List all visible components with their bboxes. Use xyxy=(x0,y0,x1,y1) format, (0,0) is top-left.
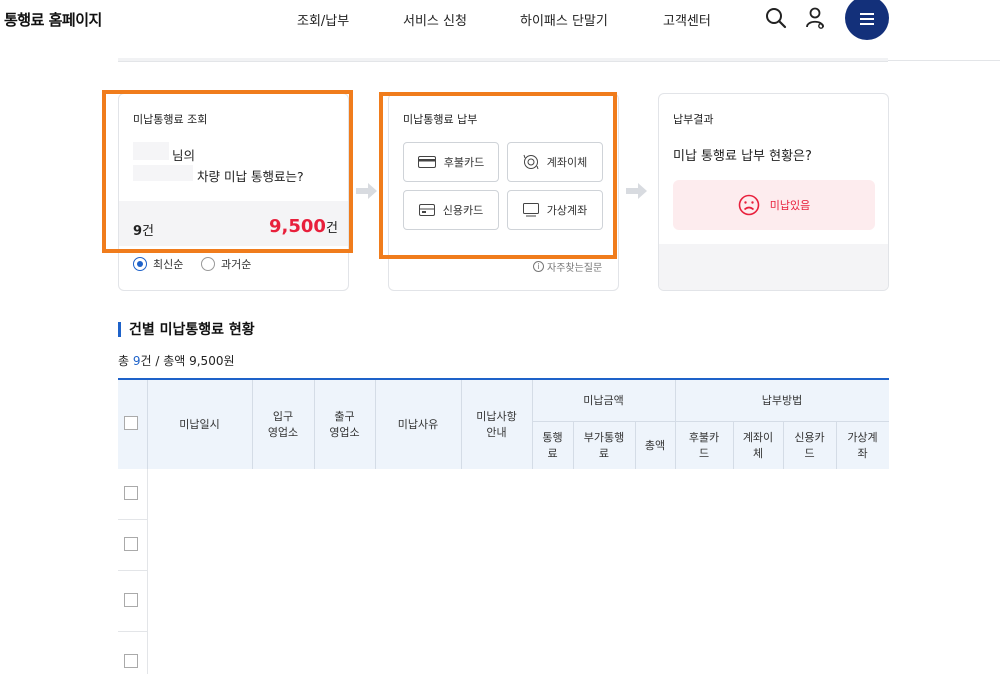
faq-link[interactable]: i 자주찾는질문 xyxy=(533,259,602,274)
site-logo[interactable]: 통행료 홈페이지 xyxy=(4,9,102,30)
card-icon xyxy=(417,156,436,168)
unpaid-amount: 9,500건 xyxy=(269,216,338,237)
th-postpaid-card: 후불카 드 xyxy=(688,430,720,460)
sad-face-icon xyxy=(738,194,760,216)
vehicle-question: 차량 미납 통행료는? xyxy=(197,169,304,184)
th-datetime: 미납일시 xyxy=(179,417,220,431)
unpaid-count: 9건 xyxy=(133,224,155,239)
info-icon: i xyxy=(533,261,544,272)
credit-card-icon xyxy=(418,204,435,216)
nav-customer-center[interactable]: 고객센터 xyxy=(663,10,711,29)
row-checkbox[interactable] xyxy=(124,654,138,668)
th-entry-office: 입구 영업소 xyxy=(267,409,299,439)
transfer-icon xyxy=(523,154,539,170)
section-title: 건별 미납통행료 현황 xyxy=(118,319,255,339)
row-checkbox[interactable] xyxy=(124,593,138,607)
postpaid-card-button[interactable]: 후불카드 xyxy=(403,142,499,182)
nav-service-apply[interactable]: 서비스 신청 xyxy=(403,10,467,29)
table-summary: 총 9건 / 총액 9,500원 xyxy=(118,354,235,368)
row-checkbox[interactable] xyxy=(124,537,138,551)
th-toll: 통행 료 xyxy=(542,430,563,460)
row-checkbox[interactable] xyxy=(124,486,138,500)
header-divider-right xyxy=(888,60,1000,61)
search-icon[interactable] xyxy=(762,4,790,32)
unpaid-status-badge: 미납있음 xyxy=(673,180,875,230)
th-credit-card: 신용카 드 xyxy=(794,430,825,460)
th-method-group: 납부방법 xyxy=(761,393,803,407)
payment-card-title: 미납통행료 납부 xyxy=(403,113,478,126)
virtual-account-button[interactable]: 가상계좌 xyxy=(507,190,603,230)
header: 통행료 홈페이지 조회/납부 서비스 신청 하이패스 단말기 고객센터 xyxy=(0,0,1000,52)
th-virtual-account: 가상계 좌 xyxy=(847,430,878,460)
nav-hipass-device[interactable]: 하이패스 단말기 xyxy=(520,10,608,29)
payment-result-card: 납부결과 미납 통행료 납부 현황은? 미납있음 xyxy=(658,93,889,291)
th-amount-group: 미납금액 xyxy=(583,393,624,407)
result-card-title: 납부결과 xyxy=(673,113,714,126)
header-divider xyxy=(118,58,888,62)
th-surcharge: 부가통행 료 xyxy=(583,430,625,460)
section-title-bar xyxy=(118,321,121,337)
monitor-icon xyxy=(522,203,539,217)
th-reason: 미납사유 xyxy=(397,417,439,431)
hamburger-menu-button[interactable] xyxy=(845,0,889,40)
masked-name xyxy=(133,142,169,160)
unpaid-inquiry-card: 미납통행료 조회 님의 차량 미납 통행료는? 9건 9,500건 최신순 과거… xyxy=(118,93,349,291)
nav-inquiry-payment[interactable]: 조회/납부 xyxy=(297,10,349,29)
th-exit-office: 출구 영업소 xyxy=(329,409,360,439)
name-suffix: 님의 xyxy=(172,148,196,163)
user-icon[interactable] xyxy=(802,4,830,32)
sort-oldest-option[interactable]: 과거순 xyxy=(201,256,251,272)
inquiry-card-title: 미납통행료 조회 xyxy=(133,113,208,126)
masked-plate xyxy=(133,165,193,181)
th-transfer: 계좌이 체 xyxy=(742,430,774,460)
account-transfer-button[interactable]: 계좌이체 xyxy=(507,142,603,182)
sort-latest-radio[interactable] xyxy=(133,257,147,271)
result-question: 미납 통행료 납부 현황은? xyxy=(673,149,812,164)
credit-card-button[interactable]: 신용카드 xyxy=(403,190,499,230)
result-footer xyxy=(659,244,888,290)
sort-oldest-radio[interactable] xyxy=(201,257,215,271)
arrow-right-icon xyxy=(356,183,377,199)
unpaid-payment-card: 미납통행료 납부 후불카드 계좌이체 신용카드 가상계좌 i 자주찾는질문 xyxy=(388,93,619,291)
th-notice: 미납사항 안내 xyxy=(476,409,517,439)
select-all-checkbox[interactable] xyxy=(124,416,138,430)
sort-latest-option[interactable]: 최신순 xyxy=(133,256,183,272)
th-total: 총액 xyxy=(644,438,666,452)
arrow-right-icon xyxy=(626,183,647,199)
